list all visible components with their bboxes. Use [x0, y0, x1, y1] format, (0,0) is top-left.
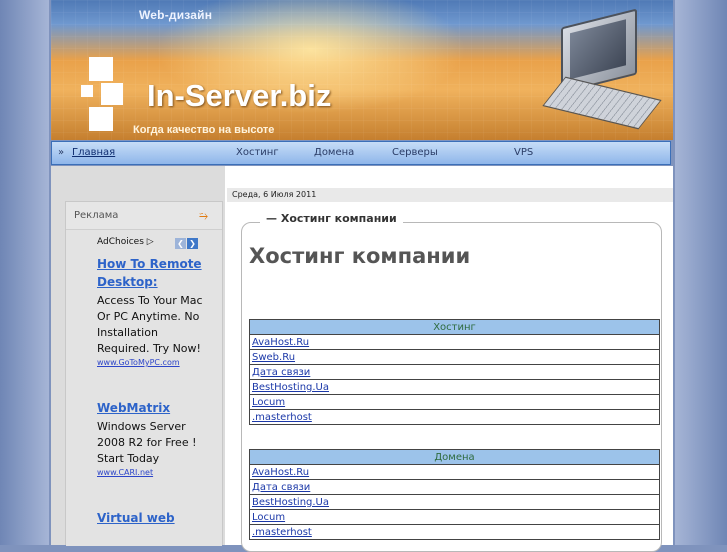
host-link[interactable]: BestHosting.Ua	[252, 382, 329, 393]
prev-arrow-icon[interactable]: ❮	[175, 238, 186, 249]
ad-title-link[interactable]: WebMatrix	[97, 399, 209, 417]
site-slogan: Когда качество на высоте	[133, 124, 275, 136]
table-row: .masterhost	[249, 409, 660, 425]
ad-url-link[interactable]: www.CARI.net	[97, 468, 209, 477]
domain-link[interactable]: AvaHost.Ru	[252, 467, 309, 478]
domain-link[interactable]: Дата связи	[252, 482, 310, 493]
ad-list: AdChoices ▷ ❮ ❯ How To Remote Desktop: Ac…	[97, 237, 209, 527]
main-navigation: » Главная Хостинг Домена Серверы VPS	[51, 141, 671, 165]
table-row: Sweb.Ru	[249, 349, 660, 365]
table-row: Дата связи	[249, 479, 660, 495]
adchoices-icon[interactable]: ▷	[147, 237, 154, 247]
page-background-left	[0, 0, 49, 545]
site-logo[interactable]: In-Server.biz	[147, 78, 331, 114]
panel-legend-title: Хостинг компании	[280, 212, 397, 225]
table-row: AvaHost.Ru	[249, 464, 660, 480]
domain-link[interactable]: BestHosting.Ua	[252, 497, 329, 508]
table-row: BestHosting.Ua	[249, 494, 660, 510]
host-link[interactable]: Дата связи	[252, 367, 310, 378]
legend-dash: —	[266, 212, 277, 225]
host-link[interactable]: Locum	[252, 397, 285, 408]
panel-legend: — Хостинг компании	[260, 212, 403, 225]
table-row: .masterhost	[249, 524, 660, 540]
host-link[interactable]: AvaHost.Ru	[252, 337, 309, 348]
ad-text: Windows Server 2008 R2 for Free ! Start …	[97, 420, 197, 465]
ad-box-title: Реклама	[74, 210, 119, 221]
nav-item-servers[interactable]: Серверы	[392, 147, 438, 158]
table-row: AvaHost.Ru	[249, 334, 660, 350]
nav-item-home[interactable]: Главная	[72, 147, 115, 158]
logo-squares-icon	[81, 55, 141, 135]
adchoices-label[interactable]: AdChoices	[97, 237, 144, 247]
domain-link[interactable]: Locum	[252, 512, 285, 523]
web-design-title: Web-дизайн	[139, 8, 213, 22]
nav-item-domains[interactable]: Домена	[314, 147, 354, 158]
ad-text: Access To Your Mac Or PC Anytime. No Ins…	[97, 294, 203, 355]
table-row: Locum	[249, 509, 660, 525]
ad-item: How To Remote Desktop: Access To Your Ma…	[97, 255, 209, 367]
next-arrow-icon[interactable]: ❯	[187, 238, 198, 249]
table-row: Дата связи	[249, 364, 660, 380]
host-link[interactable]: .masterhost	[252, 412, 312, 423]
table-header: Хостинг	[249, 319, 660, 335]
nav-item-hosting[interactable]: Хостинг	[236, 147, 279, 158]
ad-box-header[interactable]: Реклама ⭇	[66, 202, 222, 230]
chevron-down-icon[interactable]: ⭇	[199, 202, 208, 229]
page-title: Хостинг компании	[249, 244, 471, 268]
adchoices-row[interactable]: AdChoices ▷ ❮ ❯	[97, 237, 209, 253]
domain-link[interactable]: .masterhost	[252, 527, 312, 538]
ad-box-body: AdChoices ▷ ❮ ❯ How To Remote Desktop: Ac…	[66, 230, 222, 546]
nav-item-vps[interactable]: VPS	[514, 147, 533, 158]
table-row: Locum	[249, 394, 660, 410]
page-background-right	[675, 0, 727, 545]
ad-item: Virtual web	[97, 509, 209, 527]
table-row: BestHosting.Ua	[249, 379, 660, 395]
nav-prefix: »	[58, 147, 65, 158]
ad-item: WebMatrix Windows Server 2008 R2 for Fre…	[97, 399, 209, 477]
current-date: Среда, 6 Июля 2011	[227, 188, 673, 202]
domains-table: Домена AvaHost.Ru Дата связи BestHosting…	[249, 449, 660, 540]
table-header: Домена	[249, 449, 660, 465]
host-link[interactable]: Sweb.Ru	[252, 352, 295, 363]
header-banner: Web-дизайн In-Server.biz Когда качество …	[51, 0, 673, 140]
ad-url-link[interactable]: www.GoToMyPC.com	[97, 358, 209, 367]
ad-title-link[interactable]: How To Remote Desktop:	[97, 255, 209, 291]
ad-title-link[interactable]: Virtual web	[97, 509, 209, 527]
ad-box: Реклама ⭇ AdChoices ▷ ❮ ❯ How To Remote D…	[65, 201, 223, 546]
hosting-table: Хостинг AvaHost.Ru Sweb.Ru Дата связи Be…	[249, 319, 660, 425]
